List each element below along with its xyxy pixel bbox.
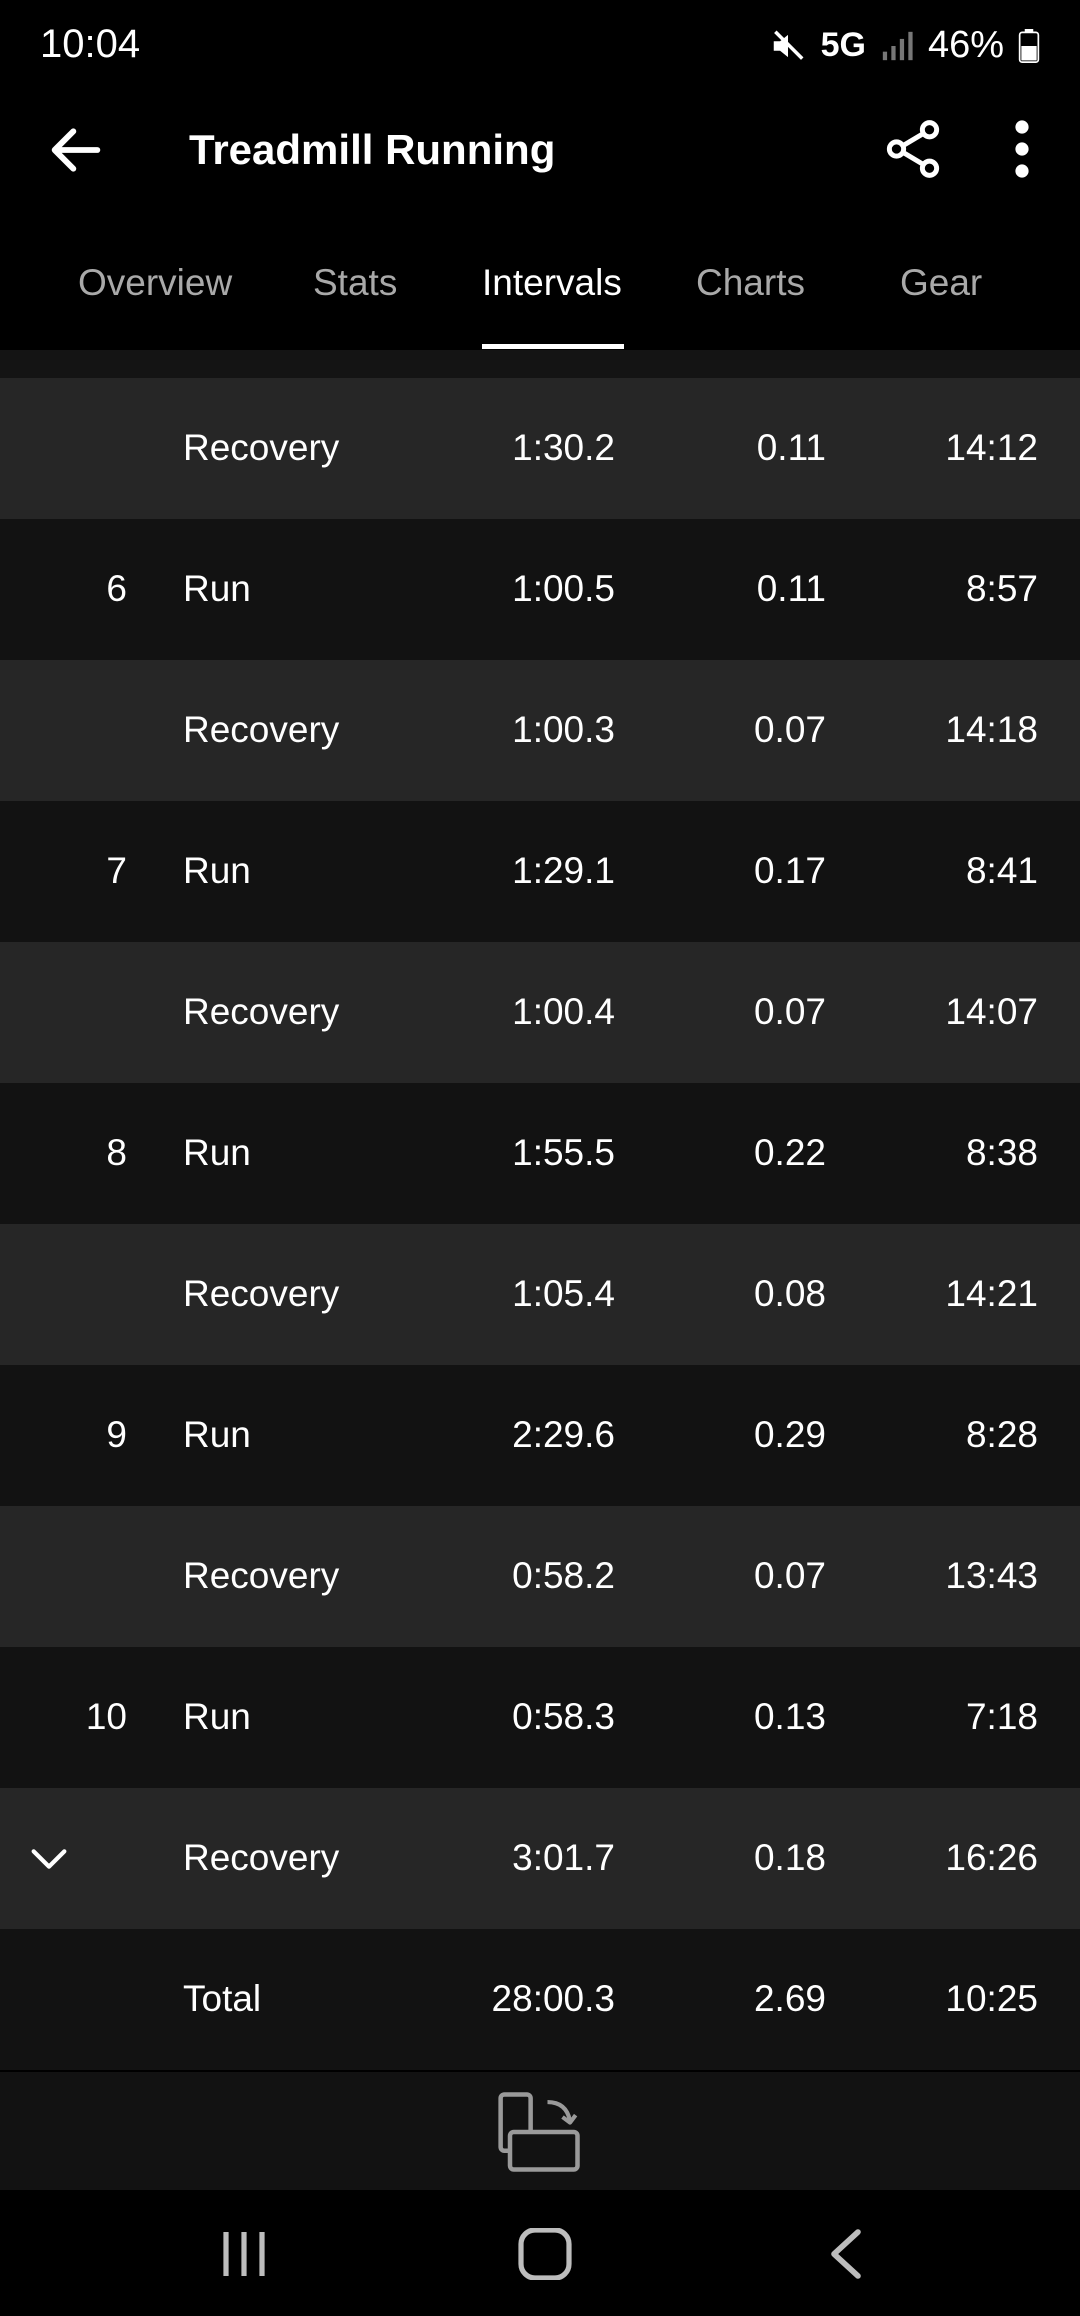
page-title: Treadmill Running: [189, 126, 556, 173]
table-row[interactable]: Recovery 1:05.4 0.08 14:21: [0, 1224, 1080, 1365]
interval-distance: 0.18: [753, 1837, 826, 1878]
interval-time: 1:00.5: [512, 568, 615, 609]
interval-pace: 8:28: [965, 1414, 1038, 1455]
total-label: Total: [183, 1978, 262, 2019]
interval-time: 1:00.3: [512, 709, 615, 750]
table-row[interactable]: 10 Run 0:58.3 0.13 7:18: [0, 1647, 1080, 1788]
interval-distance: 0.08: [753, 1273, 826, 1314]
tab-overview[interactable]: Overview: [78, 262, 232, 304]
active-tab-indicator: [482, 344, 624, 349]
interval-pace: 16:26: [945, 1837, 1038, 1878]
back-arrow-icon[interactable]: [44, 118, 108, 182]
interval-pace: 14:21: [945, 1273, 1038, 1314]
interval-time: 0:58.2: [512, 1555, 615, 1596]
interval-number: 10: [85, 1696, 127, 1737]
tab-stats[interactable]: Stats: [313, 262, 397, 304]
interval-time: 1:55.5: [512, 1132, 615, 1173]
interval-distance: 0.07: [753, 709, 826, 750]
system-nav-bar: [0, 2190, 1080, 2316]
interval-distance: 0.17: [753, 850, 826, 891]
total-pace: 10:25: [945, 1978, 1038, 2019]
rotate-screen-icon[interactable]: [495, 2090, 585, 2174]
more-vertical-icon[interactable]: [1000, 116, 1044, 182]
interval-type: Run: [183, 1414, 251, 1455]
total-time: 28:00.3: [491, 1978, 615, 2019]
interval-pace: 13:43: [945, 1555, 1038, 1596]
table-row[interactable]: Recovery 3:01.7 0.18 16:26: [0, 1788, 1080, 1929]
interval-pace: 7:18: [965, 1696, 1038, 1737]
table-row[interactable]: Recovery 1:00.3 0.07 14:18: [0, 660, 1080, 801]
network-type: 5G: [820, 26, 866, 64]
chevron-down-icon[interactable]: [26, 1836, 72, 1882]
mute-icon: [773, 30, 804, 60]
table-row[interactable]: Recovery 0:58.2 0.07 13:43: [0, 1506, 1080, 1647]
tab-gear[interactable]: Gear: [900, 262, 982, 304]
interval-type: Run: [183, 1132, 251, 1173]
interval-type: Recovery: [183, 1273, 340, 1314]
interval-number: 7: [106, 850, 127, 891]
interval-type: Recovery: [183, 709, 340, 750]
home-icon[interactable]: [515, 2228, 575, 2280]
interval-type: Recovery: [183, 1837, 340, 1878]
interval-time: 1:00.4: [512, 991, 615, 1032]
interval-type: Recovery: [183, 991, 340, 1032]
interval-type: Recovery: [183, 427, 340, 468]
table-row[interactable]: 8 Run 1:55.5 0.22 8:38: [0, 1083, 1080, 1224]
table-row[interactable]: 9 Run 2:29.6 0.29 8:28: [0, 1365, 1080, 1506]
table-top-strip: [0, 350, 1080, 378]
interval-type: Recovery: [183, 1555, 340, 1596]
table-row[interactable]: Recovery 1:00.4 0.07 14:07: [0, 942, 1080, 1083]
status-icons: 5G 46%: [769, 24, 1040, 67]
total-row: Total 28:00.3 2.69 10:25: [0, 1929, 1080, 2070]
recent-apps-icon[interactable]: [214, 2228, 274, 2280]
interval-distance: 0.11: [756, 427, 826, 468]
status-time: 10:04: [40, 22, 141, 66]
interval-pace: 14:18: [945, 709, 1038, 750]
interval-distance: 0.13: [753, 1696, 826, 1737]
tab-intervals[interactable]: Intervals: [482, 262, 622, 304]
interval-type: Run: [183, 850, 251, 891]
interval-number: 6: [106, 568, 127, 609]
interval-time: 1:30.2: [512, 427, 615, 468]
intervals-table: Recovery 1:30.2 0.11 14:12 6 Run 1:00.5 …: [0, 350, 1080, 2070]
tab-charts[interactable]: Charts: [696, 262, 805, 304]
interval-time: 0:58.3: [512, 1696, 615, 1737]
interval-pace: 8:41: [965, 850, 1038, 891]
status-bar: 10:04 5G 46%: [0, 0, 1080, 96]
interval-type: Run: [183, 1696, 251, 1737]
battery-icon: [1018, 28, 1040, 63]
interval-pace: 8:57: [965, 568, 1038, 609]
rotate-area: [0, 2072, 1080, 2190]
interval-distance: 0.07: [753, 991, 826, 1032]
interval-distance: 0.07: [753, 1555, 826, 1596]
interval-pace: 8:38: [965, 1132, 1038, 1173]
interval-time: 1:05.4: [512, 1273, 615, 1314]
back-nav-icon[interactable]: [818, 2228, 878, 2280]
interval-time: 2:29.6: [512, 1414, 615, 1455]
interval-distance: 0.22: [753, 1132, 826, 1173]
share-icon[interactable]: [880, 116, 946, 182]
total-distance: 2.69: [753, 1978, 826, 2019]
table-row[interactable]: Recovery 1:30.2 0.11 14:12: [0, 378, 1080, 519]
tab-bar: Overview Stats Intervals Charts Gear: [0, 232, 1080, 350]
table-row[interactable]: 6 Run 1:00.5 0.11 8:57: [0, 519, 1080, 660]
interval-number: 9: [106, 1414, 127, 1455]
interval-number: 8: [106, 1132, 127, 1173]
interval-type: Run: [183, 568, 251, 609]
battery-percent: 46%: [927, 24, 1004, 66]
interval-pace: 14:07: [945, 991, 1038, 1032]
table-row[interactable]: 7 Run 1:29.1 0.17 8:41: [0, 801, 1080, 942]
interval-time: 3:01.7: [512, 1837, 615, 1878]
interval-distance: 0.11: [756, 568, 826, 609]
signal-icon: [882, 31, 913, 60]
interval-time: 1:29.1: [512, 850, 615, 891]
interval-distance: 0.29: [753, 1414, 826, 1455]
app-bar: Treadmill Running: [0, 96, 1080, 204]
interval-pace: 14:12: [945, 427, 1038, 468]
